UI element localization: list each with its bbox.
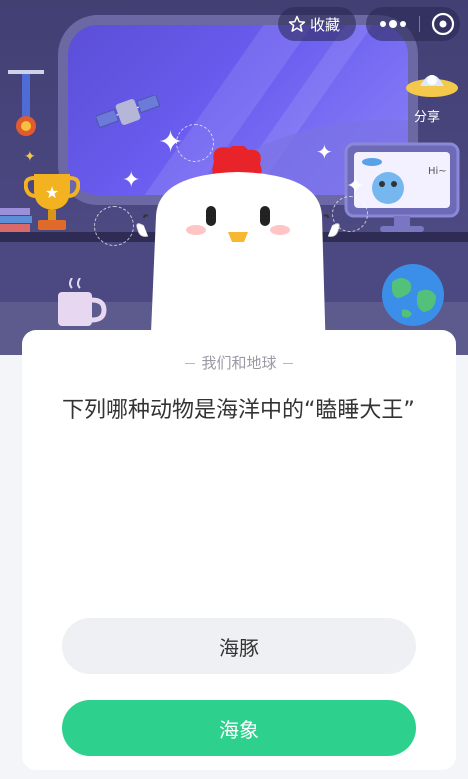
- category-label: 我们和地球: [201, 354, 277, 372]
- ufo-share-icon[interactable]: [404, 64, 460, 104]
- category-dash-left: [185, 363, 196, 364]
- question-text: 下列哪种动物是海洋中的“瞌睡大王”: [62, 398, 415, 423]
- favorite-button[interactable]: 收藏: [278, 7, 356, 41]
- answer-option-2[interactable]: 海象: [62, 700, 416, 756]
- star-outline-icon: [288, 15, 306, 32]
- answer-option-label: 海象: [219, 717, 259, 742]
- capsule-menu: [366, 7, 460, 41]
- quiz-category: 我们和地球: [22, 352, 456, 373]
- svg-text:★: ★: [45, 183, 59, 202]
- more-dots-icon[interactable]: [378, 15, 408, 33]
- books-icon: [0, 208, 32, 232]
- chick-mascot: [136, 146, 340, 355]
- quiz-card: 我们和地球 下列哪种动物是海洋中的“瞌睡大王” 海豚 海象: [22, 330, 456, 770]
- share-label[interactable]: 分享: [414, 106, 440, 125]
- mug-icon: [58, 278, 107, 326]
- category-dash-right: [282, 363, 293, 364]
- header-illustration: ★ Hi~ 分享 ✦ ✦ ✦ ✦ ✦ 收藏: [0, 0, 468, 355]
- favorite-label: 收藏: [310, 15, 341, 34]
- medal-icon: [8, 70, 44, 136]
- monitor-greeting: Hi~: [428, 166, 447, 177]
- sparkle-icon: ✦: [24, 149, 36, 165]
- capsule-divider: [419, 16, 420, 32]
- satellite-icon: [96, 95, 160, 129]
- globe-icon: [382, 264, 444, 326]
- sparkle-icon: ✦: [346, 174, 365, 199]
- answer-option-label: 海豚: [219, 635, 259, 660]
- answer-option-1[interactable]: 海豚: [62, 618, 416, 674]
- close-circle-icon[interactable]: [430, 11, 456, 37]
- ring-decoration: [94, 206, 134, 246]
